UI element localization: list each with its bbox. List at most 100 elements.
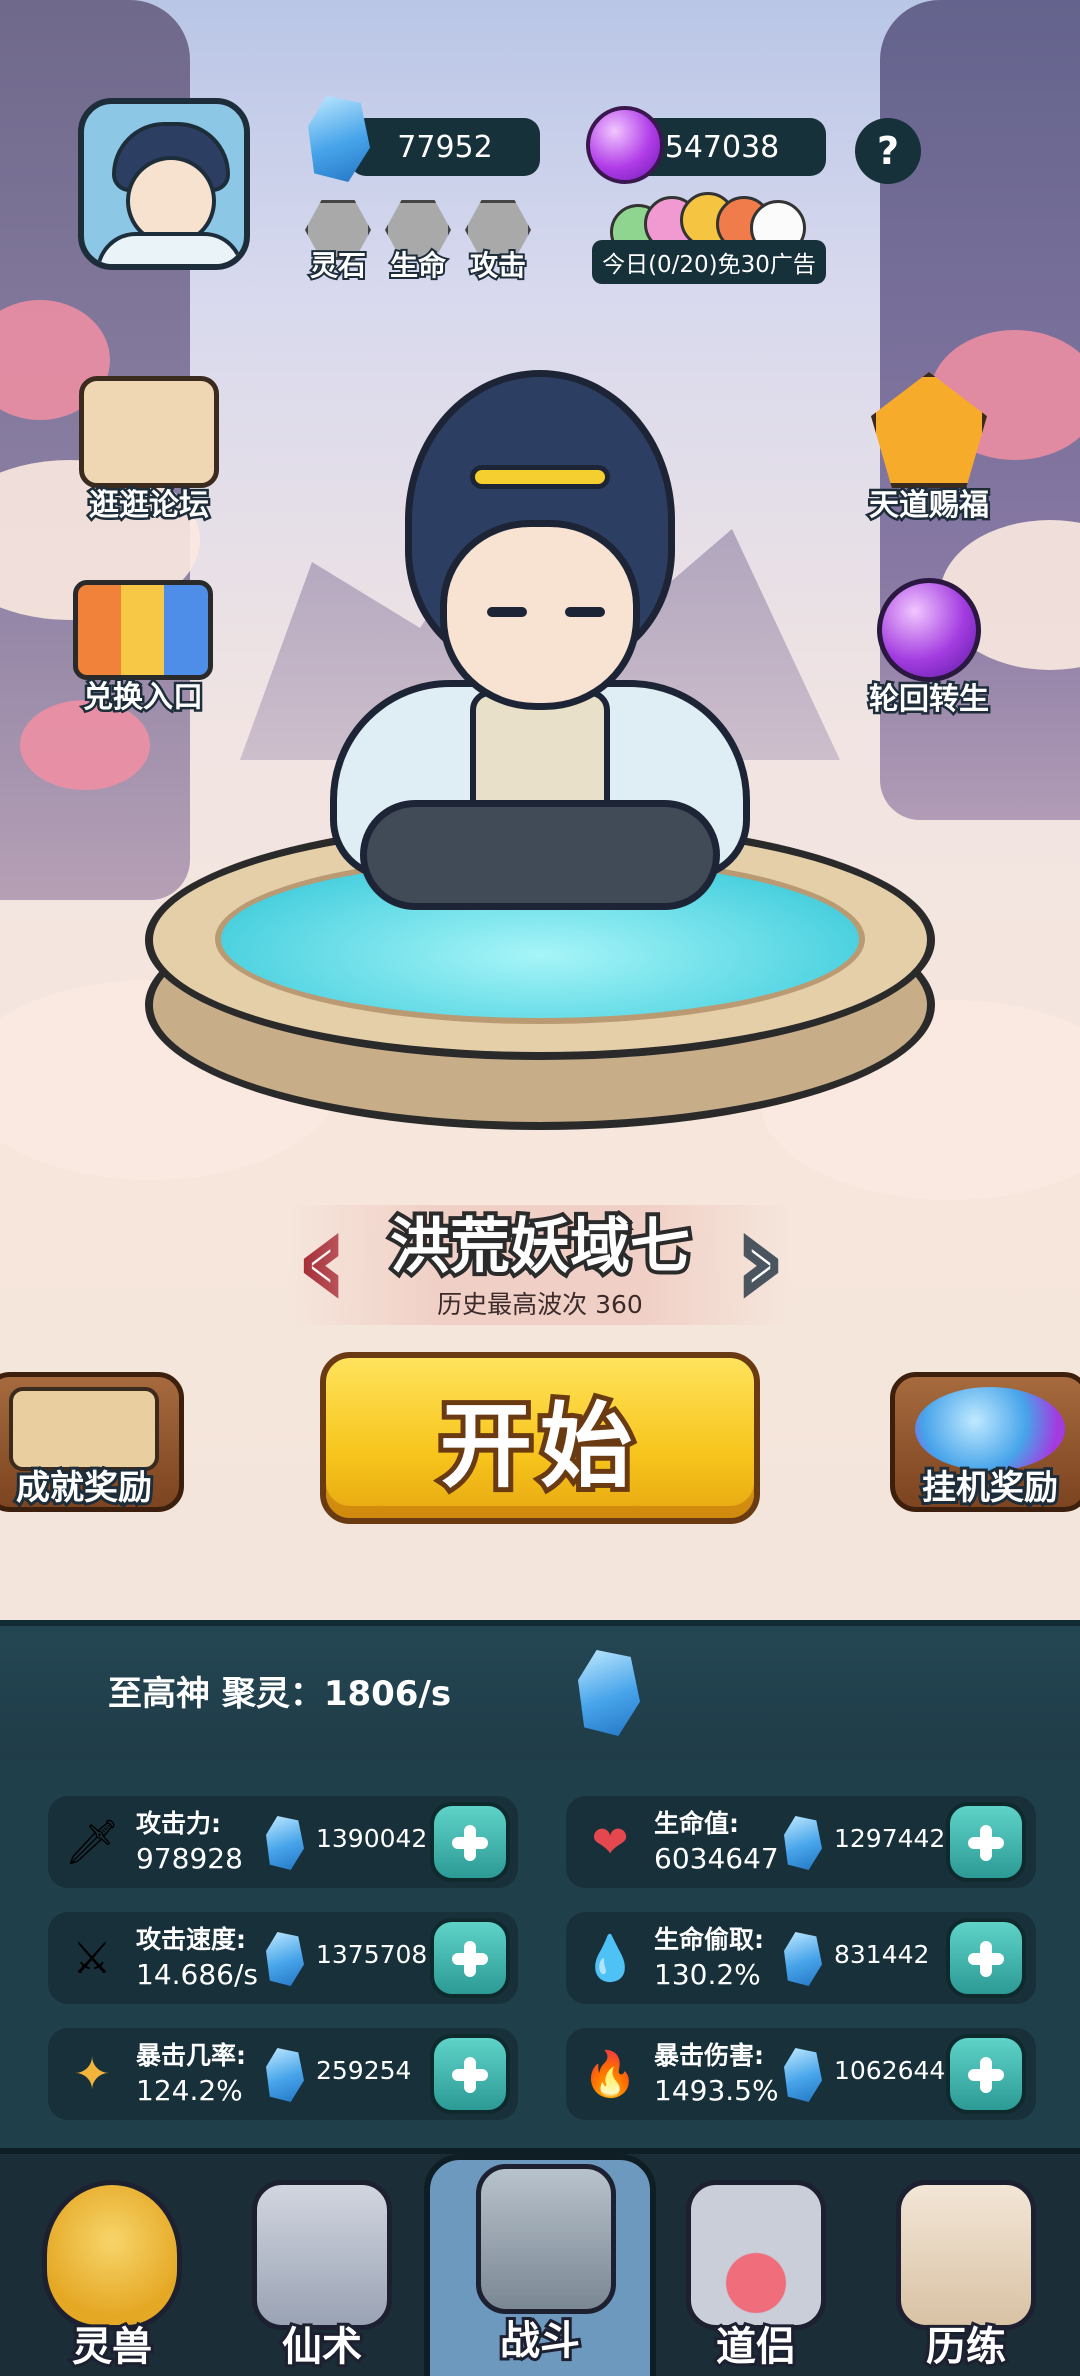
blood-drop-icon: 💧 [582, 1933, 638, 1984]
stat-name: 暴击伤害: [654, 2041, 764, 2070]
hero-headband [470, 465, 610, 489]
hero-legs [360, 800, 720, 910]
heart-icon: ❤ [591, 1816, 629, 1868]
stat-row-crit-damage: 🔥 暴击伤害: 1493.5% 1062644 [566, 2028, 1036, 2120]
game-scene: 77952 547038 ? 灵石 生命 攻击 今日(0/20)免30广告 逛逛… [0, 0, 1080, 1620]
forum-button[interactable]: 逛逛论坛 [64, 376, 234, 526]
attack-chip[interactable]: 攻击 [462, 200, 534, 284]
exchange-button[interactable]: 兑换入口 [58, 580, 228, 718]
stat-name: 生命偷取: [654, 1925, 764, 1954]
blue-crystal-icon [784, 1816, 822, 1870]
crystal-pile-icon [915, 1387, 1065, 1471]
scroll-painting-icon [896, 2180, 1036, 2330]
blue-crystal-icon [784, 1932, 822, 1986]
stage-name: 洪荒妖域七 [386, 1208, 694, 1286]
planet-icon [877, 578, 981, 682]
exchange-label: 兑换入口 [81, 678, 206, 718]
help-button[interactable]: ? [855, 118, 921, 184]
stat-row-health: ❤ 生命值: 6034647 1297442 [566, 1796, 1036, 1888]
tablets-icon [73, 580, 213, 680]
spirit-stone-value: 77952 [397, 129, 493, 165]
blessing-button[interactable]: 天道赐福 [844, 372, 1014, 526]
achievement-reward-button[interactable]: 成就奖励 [0, 1372, 184, 1512]
purple-gem-value: 547038 [664, 129, 780, 165]
stat-name: 暴击几率: [136, 2041, 246, 2070]
tab-label: 灵兽 [69, 2321, 155, 2373]
idle-label: 挂机奖励 [919, 1465, 1061, 1511]
upgrade-cost: 1375708 [316, 1940, 428, 1969]
blue-crystal-icon [266, 2048, 304, 2102]
upgrade-crit-damage-button[interactable] [946, 2034, 1026, 2114]
blue-crystal-icon [578, 1650, 640, 1736]
stat-value: 130.2% [654, 1958, 761, 1991]
purple-gem-icon [586, 106, 664, 184]
stage-selector: 洪荒妖域七 历史最高波次 360 [290, 1205, 790, 1325]
stat-row-attack-speed: ⚔ 攻击速度: 14.686/s 1375708 [48, 1912, 518, 2004]
sword-pedestal-icon [476, 2164, 616, 2314]
upgrade-crit-rate-button[interactable] [430, 2034, 510, 2114]
stat-name: 攻击力: [136, 1809, 221, 1838]
chip-label: 攻击 [468, 247, 528, 284]
upgrade-lifesteal-button[interactable] [946, 1918, 1026, 1998]
hero-eye [487, 607, 527, 617]
blue-crystal-icon [266, 1816, 304, 1870]
lightning-book-icon [252, 2180, 392, 2330]
upgrade-cost: 831442 [834, 1940, 930, 1969]
pentagon-orbs-icon [871, 372, 987, 488]
stat-value: 14.686/s [136, 1958, 258, 1991]
avatar-robe [96, 232, 244, 264]
upgrade-attack-speed-button[interactable] [430, 1918, 510, 1998]
idle-reward-button[interactable]: 挂机奖励 [890, 1372, 1080, 1512]
start-button[interactable]: 开始 [320, 1352, 760, 1524]
stat-row-lifesteal: 💧 生命偷取: 130.2% 831442 [566, 1912, 1036, 2004]
tab-label: 道侣 [713, 2321, 799, 2373]
gather-rate-text: 至高神 聚灵：1806/s [108, 1674, 452, 1714]
rebirth-button[interactable]: 轮回转生 [844, 578, 1014, 720]
map-scroll-icon [79, 376, 219, 488]
companion-heart-icon [686, 2180, 826, 2330]
upgrade-cost: 1390042 [316, 1824, 428, 1853]
tab-spirit-beast[interactable]: 灵兽 [12, 2176, 212, 2376]
stat-name: 攻击速度: [136, 1925, 246, 1954]
tab-companion[interactable]: 道侣 [656, 2176, 856, 2376]
bottom-tab-bar: 灵兽 仙术 战斗 道侣 历练 [0, 2148, 1080, 2376]
stat-value: 124.2% [136, 2074, 243, 2107]
rebirth-label: 轮回转生 [867, 680, 992, 720]
flame-icon: 🔥 [582, 2049, 638, 2100]
player-avatar[interactable] [78, 98, 250, 270]
stat-value: 6034647 [654, 1842, 779, 1875]
stat-value: 978928 [136, 1842, 243, 1875]
spirit-gather-bar: 至高神 聚灵：1806/s [0, 1620, 1080, 1760]
meditating-hero[interactable] [270, 370, 810, 930]
tab-training[interactable]: 历练 [866, 2176, 1066, 2376]
upgrade-cost: 1297442 [834, 1824, 946, 1853]
ad-free-button[interactable]: 今日(0/20)免30广告 [592, 240, 826, 284]
chip-label: 灵石 [308, 247, 368, 284]
feather-icon: ✦ [73, 2048, 111, 2100]
upgrade-health-button[interactable] [946, 1802, 1026, 1882]
blessing-label: 天道赐福 [867, 486, 992, 526]
health-chip[interactable]: 生命 [382, 200, 454, 284]
achievement-scroll-icon [9, 1387, 159, 1471]
chip-label: 生命 [388, 247, 448, 284]
stat-row-crit-rate: ✦ 暴击几率: 124.2% 259254 [48, 2028, 518, 2120]
upgrade-cost: 259254 [316, 2056, 412, 2085]
help-icon: ? [876, 129, 900, 173]
stats-upgrade-panel: 🗡 攻击力: 978928 1390042 ❤ 生命值: 6034647 129… [0, 1760, 1080, 2150]
winged-sword-icon: ⚔ [72, 1932, 112, 1984]
best-wave-label: 历史最高波次 360 [437, 1290, 643, 1319]
egg-icon [42, 2180, 182, 2330]
upgrade-attack-button[interactable] [430, 1802, 510, 1882]
hero-eye [565, 607, 605, 617]
spirit-stone-chip[interactable]: 灵石 [302, 200, 374, 284]
ad-free-label: 今日(0/20)免30广告 [602, 252, 816, 278]
tab-battle[interactable]: 战斗 [424, 2154, 656, 2376]
stat-row-attack: 🗡 攻击力: 978928 1390042 [48, 1796, 518, 1888]
stat-value: 1493.5% [654, 2074, 779, 2107]
upgrade-cost: 1062644 [834, 2056, 946, 2085]
tab-label: 战斗 [497, 2315, 583, 2367]
blue-crystal-icon [784, 2048, 822, 2102]
next-stage-button[interactable]: › [730, 1201, 790, 1319]
tab-immortal-arts[interactable]: 仙术 [222, 2176, 422, 2376]
forum-label: 逛逛论坛 [87, 486, 212, 526]
